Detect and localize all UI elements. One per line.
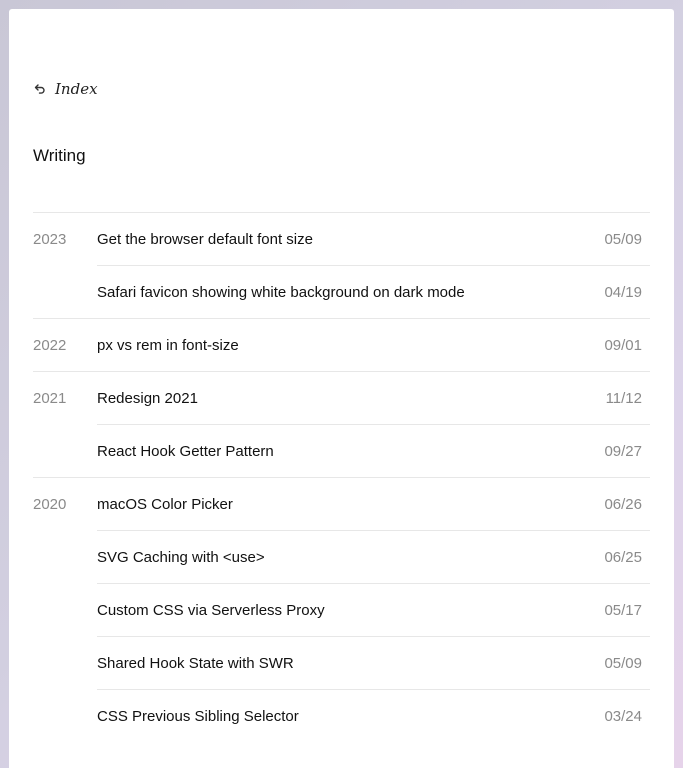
post-title-link[interactable]: SVG Caching with <use> xyxy=(97,530,265,583)
post-date: 09/27 xyxy=(604,443,642,460)
post-title-link[interactable]: Get the browser default font size xyxy=(97,212,313,265)
post-list: 2023 Get the browser default font size 05/… xyxy=(33,212,650,742)
post-date: 09/01 xyxy=(604,337,642,354)
post-title-link[interactable]: Safari favicon showing white background … xyxy=(97,265,465,318)
post-title-link[interactable]: Custom CSS via Serverless Proxy xyxy=(97,583,325,636)
back-to-index-link[interactable]: Index xyxy=(33,79,98,99)
return-arrow-icon xyxy=(33,82,47,96)
post-date: 04/19 xyxy=(604,284,642,301)
post-title-link[interactable]: CSS Previous Sibling Selector xyxy=(97,689,299,742)
post-date: 05/09 xyxy=(604,231,642,248)
post-title-link[interactable]: macOS Color Picker xyxy=(97,477,233,530)
post-row: Custom CSS via Serverless Proxy 05/17 xyxy=(33,583,650,636)
post-row: CSS Previous Sibling Selector 03/24 xyxy=(33,689,650,742)
post-title-link[interactable]: React Hook Getter Pattern xyxy=(97,424,274,477)
post-year: 2022 xyxy=(33,337,67,354)
post-title-link[interactable]: px vs rem in font-size xyxy=(97,318,239,371)
post-date: 11/12 xyxy=(605,390,642,407)
page-title: Writing xyxy=(33,146,86,165)
post-title-link[interactable]: Shared Hook State with SWR xyxy=(97,636,294,689)
post-date: 05/17 xyxy=(604,602,642,619)
post-row: 2023 Get the browser default font size 05/… xyxy=(33,212,650,265)
page-container: Index Writing 2023 Get the browser defaul… xyxy=(9,9,674,768)
post-year: 2023 xyxy=(33,231,67,248)
back-link-label: Index xyxy=(55,80,98,98)
post-title-link[interactable]: Redesign 2021 xyxy=(97,371,198,424)
post-date: 05/09 xyxy=(604,655,642,672)
post-date: 06/26 xyxy=(604,496,642,513)
post-date: 06/25 xyxy=(604,549,642,566)
post-year: 2021 xyxy=(33,390,67,407)
post-row: Safari favicon showing white background … xyxy=(33,265,650,318)
post-row: SVG Caching with <use> 06/25 xyxy=(33,530,650,583)
post-row: 2020 macOS Color Picker 06/26 xyxy=(33,477,650,530)
post-year: 2020 xyxy=(33,496,67,513)
post-date: 03/24 xyxy=(604,708,642,725)
post-row: 2022 px vs rem in font-size 09/01 xyxy=(33,318,650,371)
post-row: 2021 Redesign 2021 11/12 xyxy=(33,371,650,424)
post-row: React Hook Getter Pattern 09/27 xyxy=(33,424,650,477)
post-row: Shared Hook State with SWR 05/09 xyxy=(33,636,650,689)
